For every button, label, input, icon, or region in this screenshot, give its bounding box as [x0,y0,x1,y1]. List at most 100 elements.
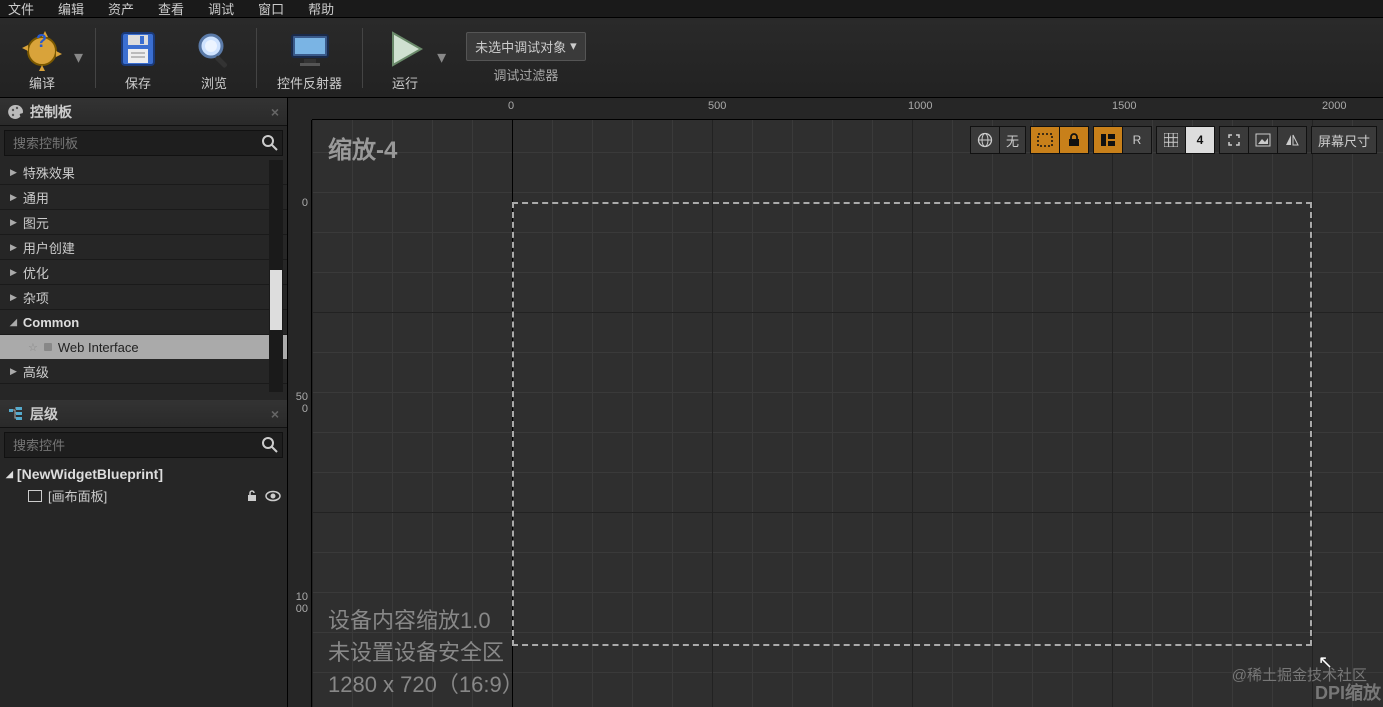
star-icon: ☆ [28,341,38,354]
palette-item-label: 特殊效果 [23,163,75,182]
compile-button[interactable]: ? 编译 [4,20,80,96]
reflector-label: 控件反射器 [277,73,342,92]
palette-category[interactable]: ▶优化 [0,260,287,285]
palette-category[interactable]: ▶杂项 [0,285,287,310]
ruler-tick: 500 [290,392,308,415]
chevron-right-icon: ▶ [10,167,17,178]
menu-debug[interactable]: 调试 [208,0,234,18]
palette-scrollbar[interactable] [269,160,283,392]
compile-label: 编译 [29,73,55,92]
layout-toggle[interactable] [1093,126,1123,154]
canvas-safe-region[interactable] [512,202,1312,646]
grid-size[interactable]: 4 [1185,126,1215,154]
hierarchy-header[interactable]: 层级 × [0,400,287,428]
grid-toggle[interactable] [1156,126,1186,154]
dpi-label: DPI缩放 [1315,679,1381,705]
browse-label: 浏览 [201,73,227,92]
palette-header[interactable]: 控制板 × [0,98,287,126]
palette-category[interactable]: ▶ 高级 [0,359,287,384]
hierarchy-icon [8,406,24,422]
save-button[interactable]: 保存 [100,20,176,96]
palette-search [4,130,283,156]
debug-object-selector[interactable]: 未选中调试对象 ▾ [466,32,586,61]
menu-window[interactable]: 窗口 [258,0,284,18]
none-button[interactable]: 无 [999,126,1026,154]
chevron-right-icon: ▶ [10,366,17,377]
info-scale: 设备内容缩放1.0 [328,605,524,637]
ruler-tick: 0 [290,198,308,210]
palette-item-label: 图元 [23,213,49,232]
cursor-icon: ↖ [1318,652,1333,673]
lock-icon [1068,133,1080,147]
zoom-label: 缩放-4 [328,130,397,165]
menu-view[interactable]: 查看 [158,0,184,18]
palette-category-common[interactable]: ◢Common [0,310,287,335]
palette-item-label: 高级 [23,362,49,381]
play-icon [383,27,427,71]
globe-icon [977,132,993,148]
search-icon[interactable] [258,131,282,155]
eye-icon[interactable] [265,489,281,503]
ruler-tick: 500 [708,100,726,112]
ruler-horizontal: 0 500 1000 1500 2000 [312,98,1383,120]
chevron-down-icon: ▾ [570,38,577,54]
menu-help[interactable]: 帮助 [308,0,334,18]
browse-button[interactable]: 浏览 [176,20,252,96]
close-icon[interactable]: × [271,104,279,120]
palette-child-label: Web Interface [58,340,139,355]
chevron-down-icon: ◢ [10,317,17,328]
search-icon[interactable] [258,433,282,457]
language-button[interactable] [970,126,1000,154]
ruler-tick: 1500 [1112,100,1136,112]
save-label: 保存 [125,73,151,92]
r-button[interactable]: R [1122,126,1152,154]
screen-size-button[interactable]: 屏幕尺寸 [1311,126,1377,154]
scrollbar-thumb[interactable] [270,270,282,330]
fit-button[interactable] [1219,126,1249,154]
menu-asset[interactable]: 资产 [108,0,134,18]
play-dropdown-icon[interactable]: ▾ [437,47,446,68]
hierarchy-search [4,432,283,458]
designer-viewport[interactable]: 0 500 1000 1500 2000 0 500 1000 缩放-4 无 R… [288,98,1383,707]
monitor-icon [288,27,332,71]
outline-toggle[interactable] [1030,126,1060,154]
compile-dropdown-icon[interactable]: ▾ [74,47,83,68]
fit-icon [1227,133,1241,147]
hierarchy-item-icons [245,489,281,503]
palette-category[interactable]: ▶通用 [0,185,287,210]
hierarchy-item-canvas-panel[interactable]: [画布面板] [6,486,281,505]
ruler-vertical: 0 500 1000 [288,120,312,707]
grid-icon [1164,133,1178,147]
floppy-icon [116,27,160,71]
lock-toggle[interactable] [1059,126,1089,154]
widget-reflector-button[interactable]: 控件反射器 [261,20,358,96]
palette-category[interactable]: ▶图元 [0,210,287,235]
menu-file[interactable]: 文件 [8,0,34,18]
toolbar: ? 编译 ▾ 保存 浏览 [0,18,1383,98]
chevron-right-icon: ▶ [10,242,17,253]
play-button[interactable]: 运行 [367,20,443,96]
menu-edit[interactable]: 编辑 [58,0,84,18]
close-icon[interactable]: × [271,406,279,422]
chevron-right-icon: ▶ [10,267,17,278]
ruler-tick: 1000 [908,100,932,112]
image-button[interactable] [1248,126,1278,154]
palette-search-input[interactable] [5,136,258,151]
palette-category[interactable]: ▶ 特殊效果 [0,160,287,185]
dashed-rect-icon [1037,133,1053,147]
ruler-tick: 0 [508,100,514,112]
toolbar-separator [95,28,96,88]
hierarchy-search-input[interactable] [5,438,258,453]
gear-question-icon: ? [20,27,64,71]
ruler-tick: 1000 [290,592,308,615]
hierarchy-panel: 层级 × ◢ [NewWidgetBlueprint] [画布面板] [0,400,287,707]
flip-button[interactable] [1277,126,1307,154]
info-safe: 未设置设备安全区 [328,637,524,669]
hierarchy-child-label: [画布面板] [48,486,107,505]
unlock-icon[interactable] [245,489,259,503]
hierarchy-root[interactable]: ◢ [NewWidgetBlueprint] [6,466,281,482]
palette-item-web-interface[interactable]: ☆ Web Interface [0,335,287,359]
menu-bar: 文件 编辑 资产 查看 调试 窗口 帮助 [0,0,1383,18]
flip-icon [1284,133,1300,147]
palette-category[interactable]: ▶用户创建 [0,235,287,260]
